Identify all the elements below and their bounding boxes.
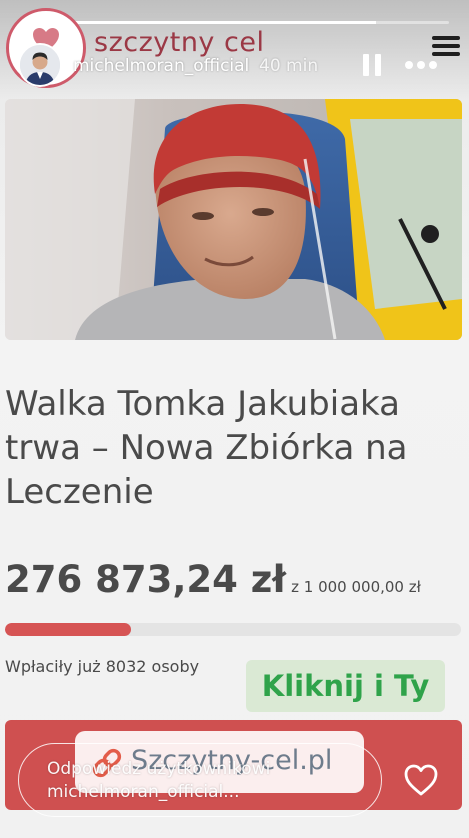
story-username[interactable]: michelmoran_official bbox=[73, 56, 249, 76]
reply-placeholder: Odpowiedz użytkownikowi michelmoran_offi… bbox=[47, 759, 271, 802]
avatar[interactable] bbox=[18, 43, 62, 87]
funding-progress-fill bbox=[5, 623, 132, 636]
story-viewer: szczytny cel michelmoran_official 40 min bbox=[0, 0, 469, 838]
goal-amount: z 1 000 000,00 zł bbox=[291, 578, 421, 596]
more-dots-icon[interactable] bbox=[405, 61, 437, 69]
amount-row: 276 873,24 zł z 1 000 000,00 zł bbox=[5, 558, 421, 601]
cta-sticker[interactable]: Kliknij i Ty bbox=[246, 660, 445, 712]
patient-photo bbox=[5, 99, 462, 340]
heart-icon[interactable] bbox=[403, 763, 439, 797]
reply-input[interactable]: Odpowiedz użytkownikowi michelmoran_offi… bbox=[18, 743, 382, 817]
story-progress-bar bbox=[18, 21, 449, 24]
amount-raised: 276 873,24 zł bbox=[5, 558, 287, 601]
funding-progress-bar bbox=[5, 623, 461, 636]
donors-count: Wpłaciły już 8032 osoby bbox=[5, 657, 200, 676]
site-logo-text: szczytny cel bbox=[94, 27, 265, 58]
hamburger-menu-icon[interactable] bbox=[432, 36, 460, 58]
pause-icon[interactable] bbox=[363, 54, 381, 76]
post-title: Walka Tomka Jakubiaka trwa – Nowa Zbiórk… bbox=[5, 384, 408, 512]
story-timestamp: 40 min bbox=[259, 56, 319, 76]
post-photo bbox=[5, 99, 462, 340]
avatar-portrait bbox=[20, 45, 60, 85]
